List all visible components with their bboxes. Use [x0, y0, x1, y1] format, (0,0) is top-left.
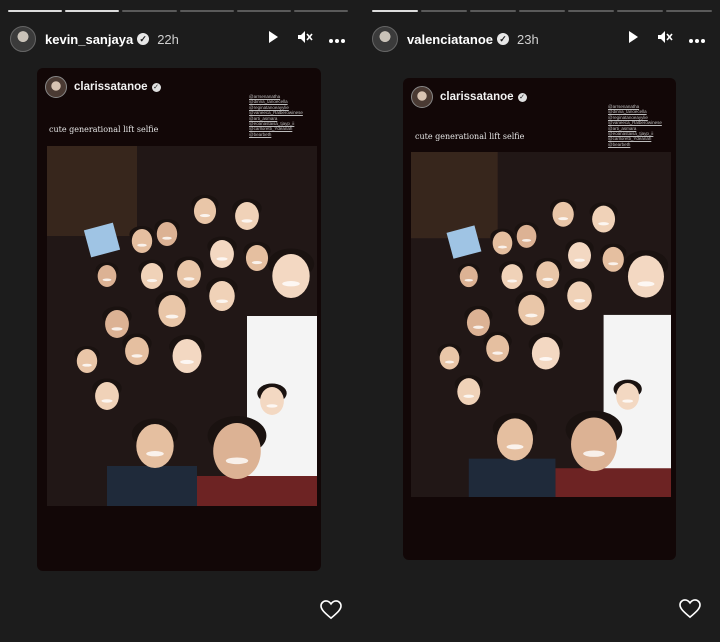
progress-segment — [617, 10, 663, 12]
mute-icon[interactable] — [656, 30, 674, 48]
more-icon[interactable] — [688, 30, 706, 48]
heart-icon[interactable] — [679, 599, 701, 625]
story-panel-right[interactable]: valenciatanoe ✓ 23h clarissatanoe ✓ @arr… — [360, 0, 720, 642]
mute-icon[interactable] — [296, 30, 314, 48]
story-controls — [624, 30, 706, 48]
story-progress-bar — [8, 10, 349, 12]
shared-post-username[interactable]: clarissatanoe — [74, 81, 148, 93]
shared-post-header: clarissatanoe ✓ — [45, 76, 161, 98]
story-time: 22h — [157, 31, 179, 47]
story-header: kevin_sanjaya ✓ 22h — [10, 26, 179, 52]
shared-post-header: clarissatanoe ✓ — [411, 86, 527, 108]
verified-badge-icon: ✓ — [151, 82, 161, 92]
mention[interactable]: @bearbeth — [608, 142, 662, 147]
progress-segment — [568, 10, 614, 12]
mentions-list: @arrsenanatha @dinna_tanoecella @reginat… — [249, 94, 303, 137]
progress-segment — [470, 10, 516, 12]
avatar[interactable] — [10, 26, 36, 52]
heart-icon[interactable] — [320, 600, 342, 626]
progress-segment — [236, 10, 291, 12]
post-caption: cute generational lift selfie — [415, 132, 525, 141]
mention[interactable]: @vaneeca_Ralberowinese — [608, 120, 662, 125]
story-panel-left[interactable]: kevin_sanjaya ✓ 22h clarissatanoe ✓ @arr… — [0, 0, 360, 642]
post-caption: cute generational lift selfie — [49, 125, 159, 134]
avatar[interactable] — [411, 86, 433, 108]
shared-post-card[interactable]: clarissatanoe ✓ @arrsenanatha @dinna_tan… — [37, 68, 321, 571]
progress-segment — [519, 10, 565, 12]
progress-segment — [372, 10, 418, 12]
progress-segment — [8, 10, 63, 12]
mentions-list: @arrsenanatha @dinna_tanoecella @reginat… — [608, 104, 662, 147]
story-username[interactable]: valenciatanoe — [407, 32, 493, 47]
verified-badge-icon: ✓ — [137, 33, 150, 45]
avatar[interactable] — [45, 76, 67, 98]
more-icon[interactable] — [328, 30, 346, 48]
story-time: 23h — [517, 31, 539, 47]
play-icon[interactable] — [264, 30, 282, 48]
story-username[interactable]: kevin_sanjaya — [45, 32, 133, 47]
shared-post-card[interactable]: clarissatanoe ✓ @arrsenanatha @dinna_tan… — [403, 78, 676, 560]
play-icon[interactable] — [624, 30, 642, 48]
mention[interactable]: @bearbeth — [249, 132, 303, 137]
story-header: valenciatanoe ✓ 23h — [372, 26, 539, 52]
verified-badge-icon: ✓ — [517, 92, 527, 102]
progress-segment — [293, 10, 349, 12]
progress-segment — [666, 10, 712, 12]
story-progress-bar — [372, 10, 712, 12]
progress-segment — [421, 10, 467, 12]
avatar[interactable] — [372, 26, 398, 52]
selfie-photo — [47, 146, 317, 506]
shared-post-username[interactable]: clarissatanoe — [440, 91, 514, 103]
selfie-photo — [411, 152, 671, 497]
progress-segment — [122, 10, 177, 12]
verified-badge-icon: ✓ — [497, 33, 509, 45]
mention[interactable]: @vaneeca_Ralberowinese — [249, 110, 303, 115]
progress-segment — [65, 10, 120, 12]
story-controls — [264, 30, 346, 48]
progress-segment — [179, 10, 234, 12]
